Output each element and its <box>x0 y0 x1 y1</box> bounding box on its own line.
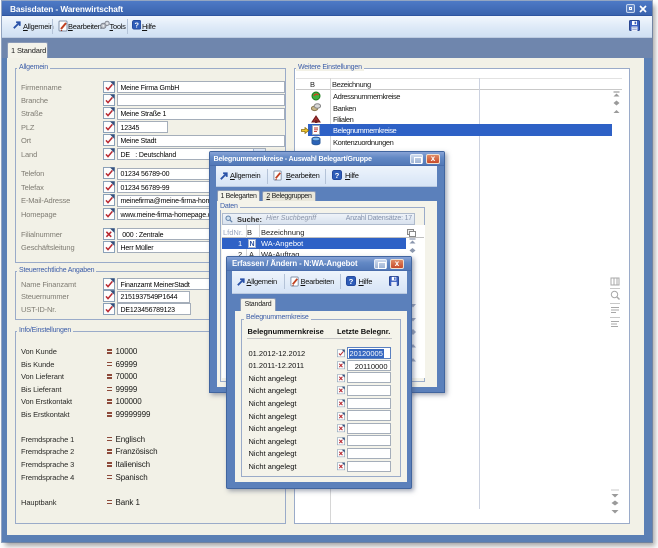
svg-text:?: ? <box>335 171 340 180</box>
svg-text:?: ? <box>134 20 139 29</box>
svg-text:?: ? <box>348 277 353 286</box>
svg-text:N: N <box>249 241 254 248</box>
